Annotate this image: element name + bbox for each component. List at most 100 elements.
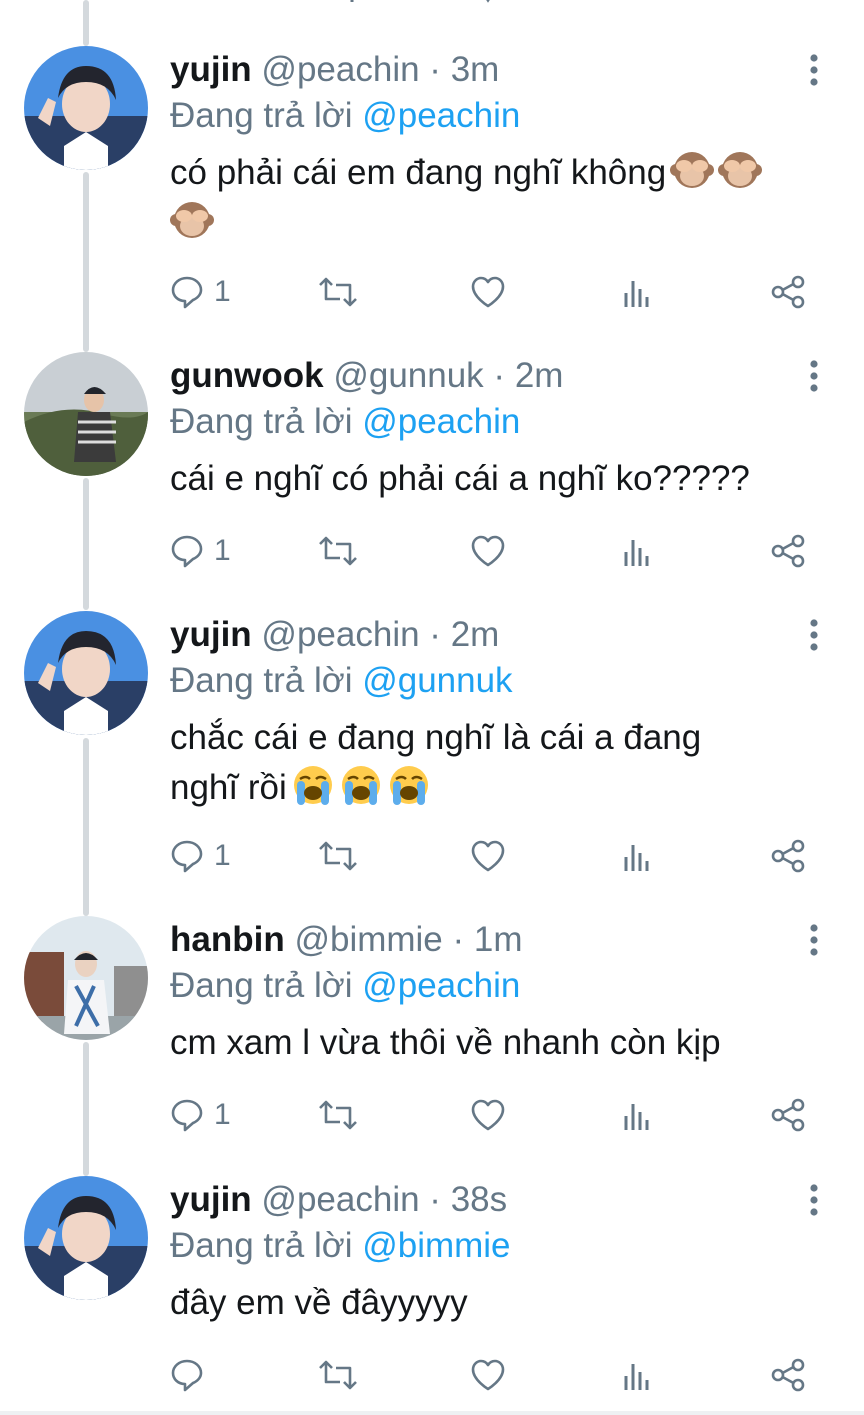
mention-link[interactable]: @peachin [362, 96, 520, 135]
user-handle[interactable]: @peachin [261, 615, 419, 654]
tweet-item[interactable]: gunwook @gunnuk · 2m Đang trả lời @peach… [0, 352, 864, 582]
tweet-header: hanbin @bimmie · 1m [170, 920, 523, 960]
views-button[interactable] [622, 526, 652, 576]
share-button[interactable] [770, 1090, 806, 1140]
like-button[interactable] [470, 267, 506, 317]
avatar[interactable] [24, 352, 148, 476]
like-button[interactable] [470, 526, 506, 576]
timestamp[interactable]: 3m [451, 50, 500, 89]
reply-icon [171, 1359, 203, 1392]
more-vertical-icon[interactable] [798, 1180, 830, 1220]
avatar[interactable] [24, 46, 148, 170]
share-button[interactable] [770, 267, 806, 317]
tweet-item[interactable]: yujin @peachin · 3m Đang trả lời @peachi… [0, 46, 864, 336]
share-icon [771, 1098, 805, 1132]
retweet-button[interactable] [316, 831, 360, 881]
replying-to: Đang trả lời @peachin [170, 966, 520, 1006]
timestamp[interactable]: 38s [451, 1180, 507, 1219]
avatar[interactable] [24, 611, 148, 735]
like-button[interactable] [470, 1090, 506, 1140]
display-name[interactable]: yujin [170, 615, 252, 654]
timestamp[interactable]: 2m [451, 615, 500, 654]
views-button[interactable] [622, 1350, 652, 1400]
more-vertical-icon[interactable] [798, 615, 830, 655]
replying-to-label: Đang trả lời [170, 402, 353, 441]
tweet-item[interactable]: yujin @peachin · 38s Đang trả lời @bimmi… [0, 1176, 864, 1406]
like-button[interactable] [470, 831, 506, 881]
heart-icon [471, 840, 505, 872]
timestamp[interactable]: 1m [474, 920, 523, 959]
avatar[interactable] [24, 1176, 148, 1300]
heart-icon [471, 1359, 505, 1391]
more-vertical-icon[interactable] [798, 356, 830, 396]
thread-line [83, 0, 89, 46]
retweet-icon [319, 1100, 357, 1130]
reply-button[interactable] [170, 1350, 214, 1400]
tweet-actions: 1 [0, 526, 864, 576]
views-button[interactable] [622, 1090, 652, 1140]
retweet-icon [319, 277, 357, 307]
mention-link[interactable]: @bimmie [362, 1226, 510, 1265]
views-button[interactable] [622, 267, 652, 317]
bar-chart-icon[interactable] [622, 0, 652, 4]
tweet-header: yujin @peachin · 2m [170, 615, 499, 655]
views-button[interactable] [622, 831, 652, 881]
heart-icon [471, 276, 505, 308]
mention-link[interactable]: @peachin [362, 402, 520, 441]
share-icon[interactable] [772, 0, 804, 4]
separator: · [452, 920, 465, 959]
reply-button[interactable]: 1 [170, 526, 231, 576]
tweet-item[interactable]: hanbin @bimmie · 1m Đang trả lời @peachi… [0, 916, 864, 1146]
replying-to: Đang trả lời @gunnuk [170, 661, 513, 701]
heart-icon[interactable] [472, 0, 504, 4]
separator: · [429, 1180, 441, 1219]
tweet-header: yujin @peachin · 38s [170, 1180, 507, 1220]
bar-chart-icon [624, 540, 649, 566]
display-name[interactable]: yujin [170, 50, 252, 89]
reply-button[interactable]: 1 [170, 1090, 231, 1140]
loudly-crying-face-icon [341, 766, 380, 805]
retweet-button[interactable] [316, 526, 360, 576]
tweet-text-content: có phải cái em đang nghĩ không [170, 153, 667, 192]
replying-to-label: Đang trả lời [170, 96, 353, 135]
tweet-item[interactable]: yujin @peachin · 2m Đang trả lời @gunnuk… [0, 611, 864, 901]
more-vertical-icon[interactable] [798, 50, 830, 90]
tweet-actions: 1 [0, 1090, 864, 1140]
loudly-crying-face-icon [389, 766, 428, 805]
avatar[interactable] [24, 916, 148, 1040]
share-button[interactable] [770, 831, 806, 881]
retweet-button[interactable] [316, 1090, 360, 1140]
retweet-icon[interactable] [318, 0, 360, 4]
retweet-icon [319, 1360, 357, 1390]
separator: · [429, 615, 441, 654]
replying-to-label: Đang trả lời [170, 1226, 353, 1265]
mention-link[interactable]: @gunnuk [362, 661, 512, 700]
bar-chart-icon [624, 845, 649, 871]
user-handle[interactable]: @gunnuk [333, 356, 483, 395]
retweet-icon [319, 536, 357, 566]
reply-button[interactable]: 1 [170, 267, 231, 317]
display-name[interactable]: yujin [170, 1180, 252, 1219]
more-vertical-icon[interactable] [798, 920, 830, 960]
share-icon [771, 839, 805, 873]
share-icon [771, 534, 805, 568]
like-button[interactable] [470, 1350, 506, 1400]
tweet-text: đây em về đâyyyyy [170, 1278, 810, 1328]
bar-chart-icon [624, 1364, 649, 1390]
user-handle[interactable]: @peachin [261, 50, 419, 89]
heart-icon [471, 1099, 505, 1131]
display-name[interactable]: hanbin [170, 920, 285, 959]
reply-button[interactable]: 1 [170, 831, 231, 881]
separator: · [429, 50, 441, 89]
user-handle[interactable]: @peachin [261, 1180, 419, 1219]
loudly-crying-face-icon [293, 766, 332, 805]
retweet-button[interactable] [316, 1350, 360, 1400]
replying-to-label: Đang trả lời [170, 661, 353, 700]
display-name[interactable]: gunwook [170, 356, 324, 395]
share-button[interactable] [770, 1350, 806, 1400]
timestamp[interactable]: 2m [515, 356, 564, 395]
retweet-button[interactable] [316, 267, 360, 317]
mention-link[interactable]: @peachin [362, 966, 520, 1005]
user-handle[interactable]: @bimmie [294, 920, 442, 959]
share-button[interactable] [770, 526, 806, 576]
